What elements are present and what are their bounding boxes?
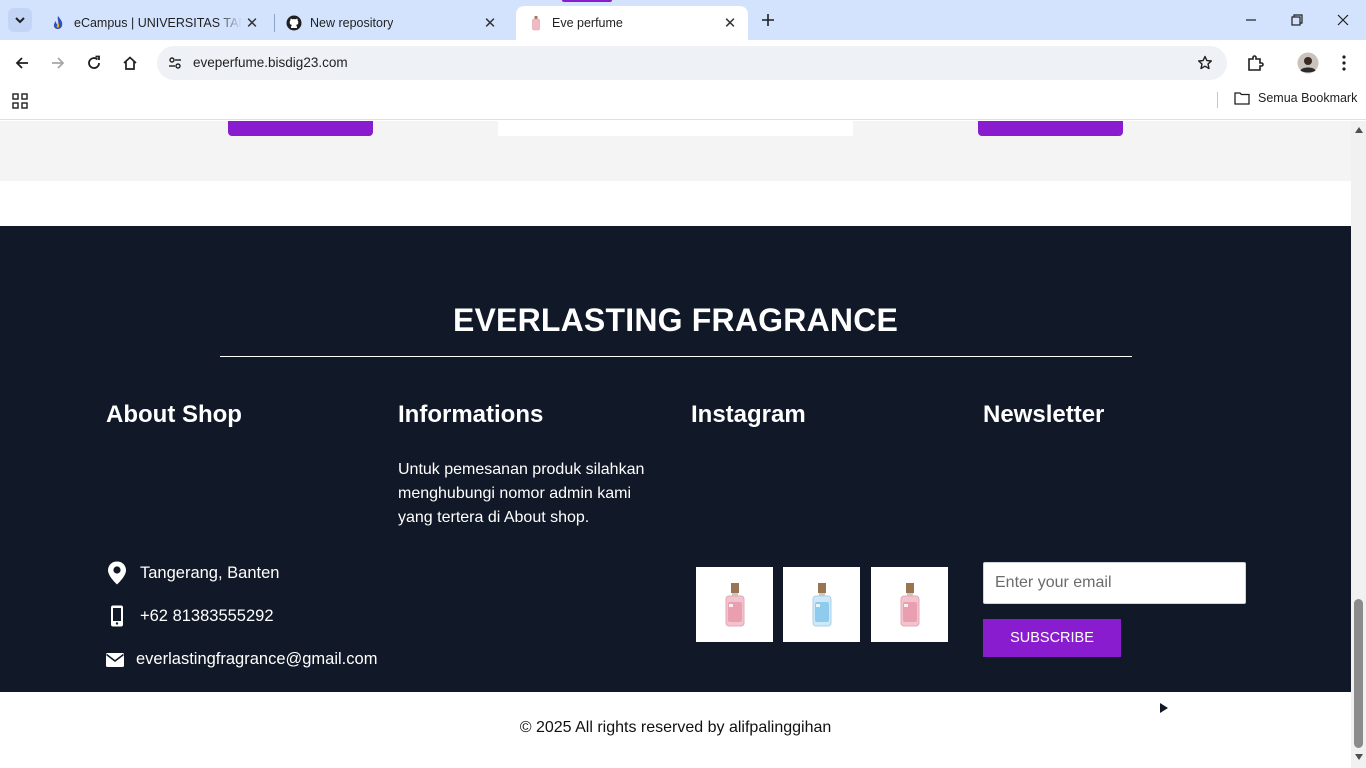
back-button[interactable]	[10, 51, 34, 75]
reload-icon	[88, 55, 100, 69]
close-icon[interactable]: ✕	[480, 13, 500, 33]
location-row: Tangerang, Banten	[106, 561, 279, 585]
bookmarks-separator	[1217, 92, 1218, 108]
instagram-thumb[interactable]	[696, 567, 773, 642]
tab-strip: eCampus | UNIVERSITAS TANGERANG ✕ New re…	[0, 0, 1366, 40]
restore-icon	[1291, 14, 1303, 26]
product-button-stub[interactable]	[978, 121, 1123, 136]
plus-icon	[762, 14, 774, 26]
phone-row: +62 81383555292	[106, 605, 274, 627]
product-button-stub[interactable]	[228, 121, 373, 136]
brand-divider	[220, 356, 1132, 357]
puzzle-icon	[1248, 55, 1264, 71]
email-text: everlastingfragrance@gmail.com	[136, 650, 378, 668]
bookmark-star-button[interactable]	[1195, 53, 1215, 73]
newsletter-email-input[interactable]	[983, 562, 1246, 604]
tab-search-button[interactable]	[8, 8, 32, 32]
extensions-button[interactable]	[1243, 51, 1267, 75]
tab-title: New repository	[310, 16, 394, 30]
bookmarks-bar: Semua Bookmark	[0, 86, 1366, 120]
phone-text: +62 81383555292	[140, 606, 274, 625]
site-info-button[interactable]	[163, 51, 187, 75]
pink-perfume-bottle-icon	[725, 582, 744, 626]
tab-github[interactable]: New repository ✕	[278, 6, 508, 40]
profile-avatar[interactable]	[1296, 51, 1320, 75]
copyright-text: © 2025 All rights reserved by alifpaling…	[519, 719, 832, 736]
instagram-thumb[interactable]	[783, 567, 860, 642]
product-section-bottom	[0, 121, 1351, 181]
more-vert-icon	[1342, 55, 1346, 71]
close-icon	[1337, 14, 1349, 26]
folder-icon	[1234, 92, 1250, 105]
tab-ecampus[interactable]: eCampus | UNIVERSITAS TANGERANG ✕	[44, 6, 270, 40]
ecampus-flame-icon	[50, 15, 66, 31]
arrow-left-icon	[15, 57, 28, 69]
address-bar[interactable]: eveperfume.bisdig23.com	[157, 46, 1227, 80]
apps-grid-icon[interactable]	[11, 92, 29, 110]
close-window-button[interactable]	[1320, 0, 1366, 40]
tab-title: eCampus | UNIVERSITAS TANGERANG	[74, 16, 242, 30]
url-text: eveperfume.bisdig23.com	[193, 55, 348, 70]
home-button[interactable]	[118, 51, 142, 75]
restore-button[interactable]	[1274, 0, 1320, 40]
active-tab-accent	[562, 0, 612, 2]
close-icon[interactable]: ✕	[242, 13, 262, 33]
map-pin-icon	[106, 561, 128, 585]
page-scrollbar[interactable]	[1351, 121, 1366, 768]
scrollbar-thumb[interactable]	[1354, 599, 1363, 748]
blue-perfume-bottle-icon	[812, 582, 831, 626]
tab-separator	[274, 14, 275, 32]
scroll-down-arrow-icon[interactable]	[1354, 752, 1363, 761]
chevron-down-icon	[15, 17, 25, 24]
arrow-right-icon	[52, 57, 65, 69]
informations-title: Informations	[398, 401, 544, 428]
all-bookmarks-label: Semua Bookmark	[1258, 91, 1358, 105]
location-text: Tangerang, Banten	[140, 563, 280, 582]
envelope-icon	[106, 652, 124, 667]
site-footer: EVERLASTING FRAGRANCE About Shop Tangera…	[0, 226, 1351, 723]
mobile-phone-icon	[106, 605, 128, 627]
newsletter-title: Newsletter	[983, 401, 1105, 428]
tune-icon	[169, 57, 181, 69]
minimize-button[interactable]	[1228, 0, 1274, 40]
star-icon	[1198, 55, 1212, 70]
scroll-up-arrow-icon[interactable]	[1354, 125, 1363, 134]
perfume-bottle-icon	[528, 15, 544, 31]
subscribe-button[interactable]: SUBSCRIBE	[983, 619, 1121, 657]
reload-button[interactable]	[82, 51, 106, 75]
product-card-stub	[498, 121, 853, 136]
forward-button[interactable]	[46, 51, 70, 75]
tab-title: Eve perfume	[552, 16, 623, 30]
informations-text: Untuk pemesanan produk silahkan menghubu…	[398, 461, 645, 526]
instagram-thumb[interactable]	[871, 567, 948, 642]
all-bookmarks-button[interactable]: Semua Bookmark	[1234, 91, 1357, 105]
browser-menu-button[interactable]	[1332, 51, 1356, 75]
avatar-icon	[1297, 52, 1319, 74]
minimize-icon	[1246, 19, 1256, 21]
pink-perfume-bottle-icon	[900, 582, 919, 626]
github-icon	[286, 15, 302, 31]
about-shop-title: About Shop	[106, 401, 242, 428]
email-row: everlastingfragrance@gmail.com	[106, 650, 377, 669]
footer-brand: EVERLASTING FRAGRANCE	[452, 302, 899, 338]
home-icon	[123, 56, 137, 70]
instagram-title: Instagram	[691, 401, 806, 428]
tab-eve-perfume[interactable]: Eve perfume ✕	[516, 6, 748, 40]
page-viewport: EVERLASTING FRAGRANCE About Shop Tangera…	[0, 121, 1351, 768]
new-tab-button[interactable]	[756, 8, 780, 32]
close-icon[interactable]: ✕	[720, 13, 740, 33]
